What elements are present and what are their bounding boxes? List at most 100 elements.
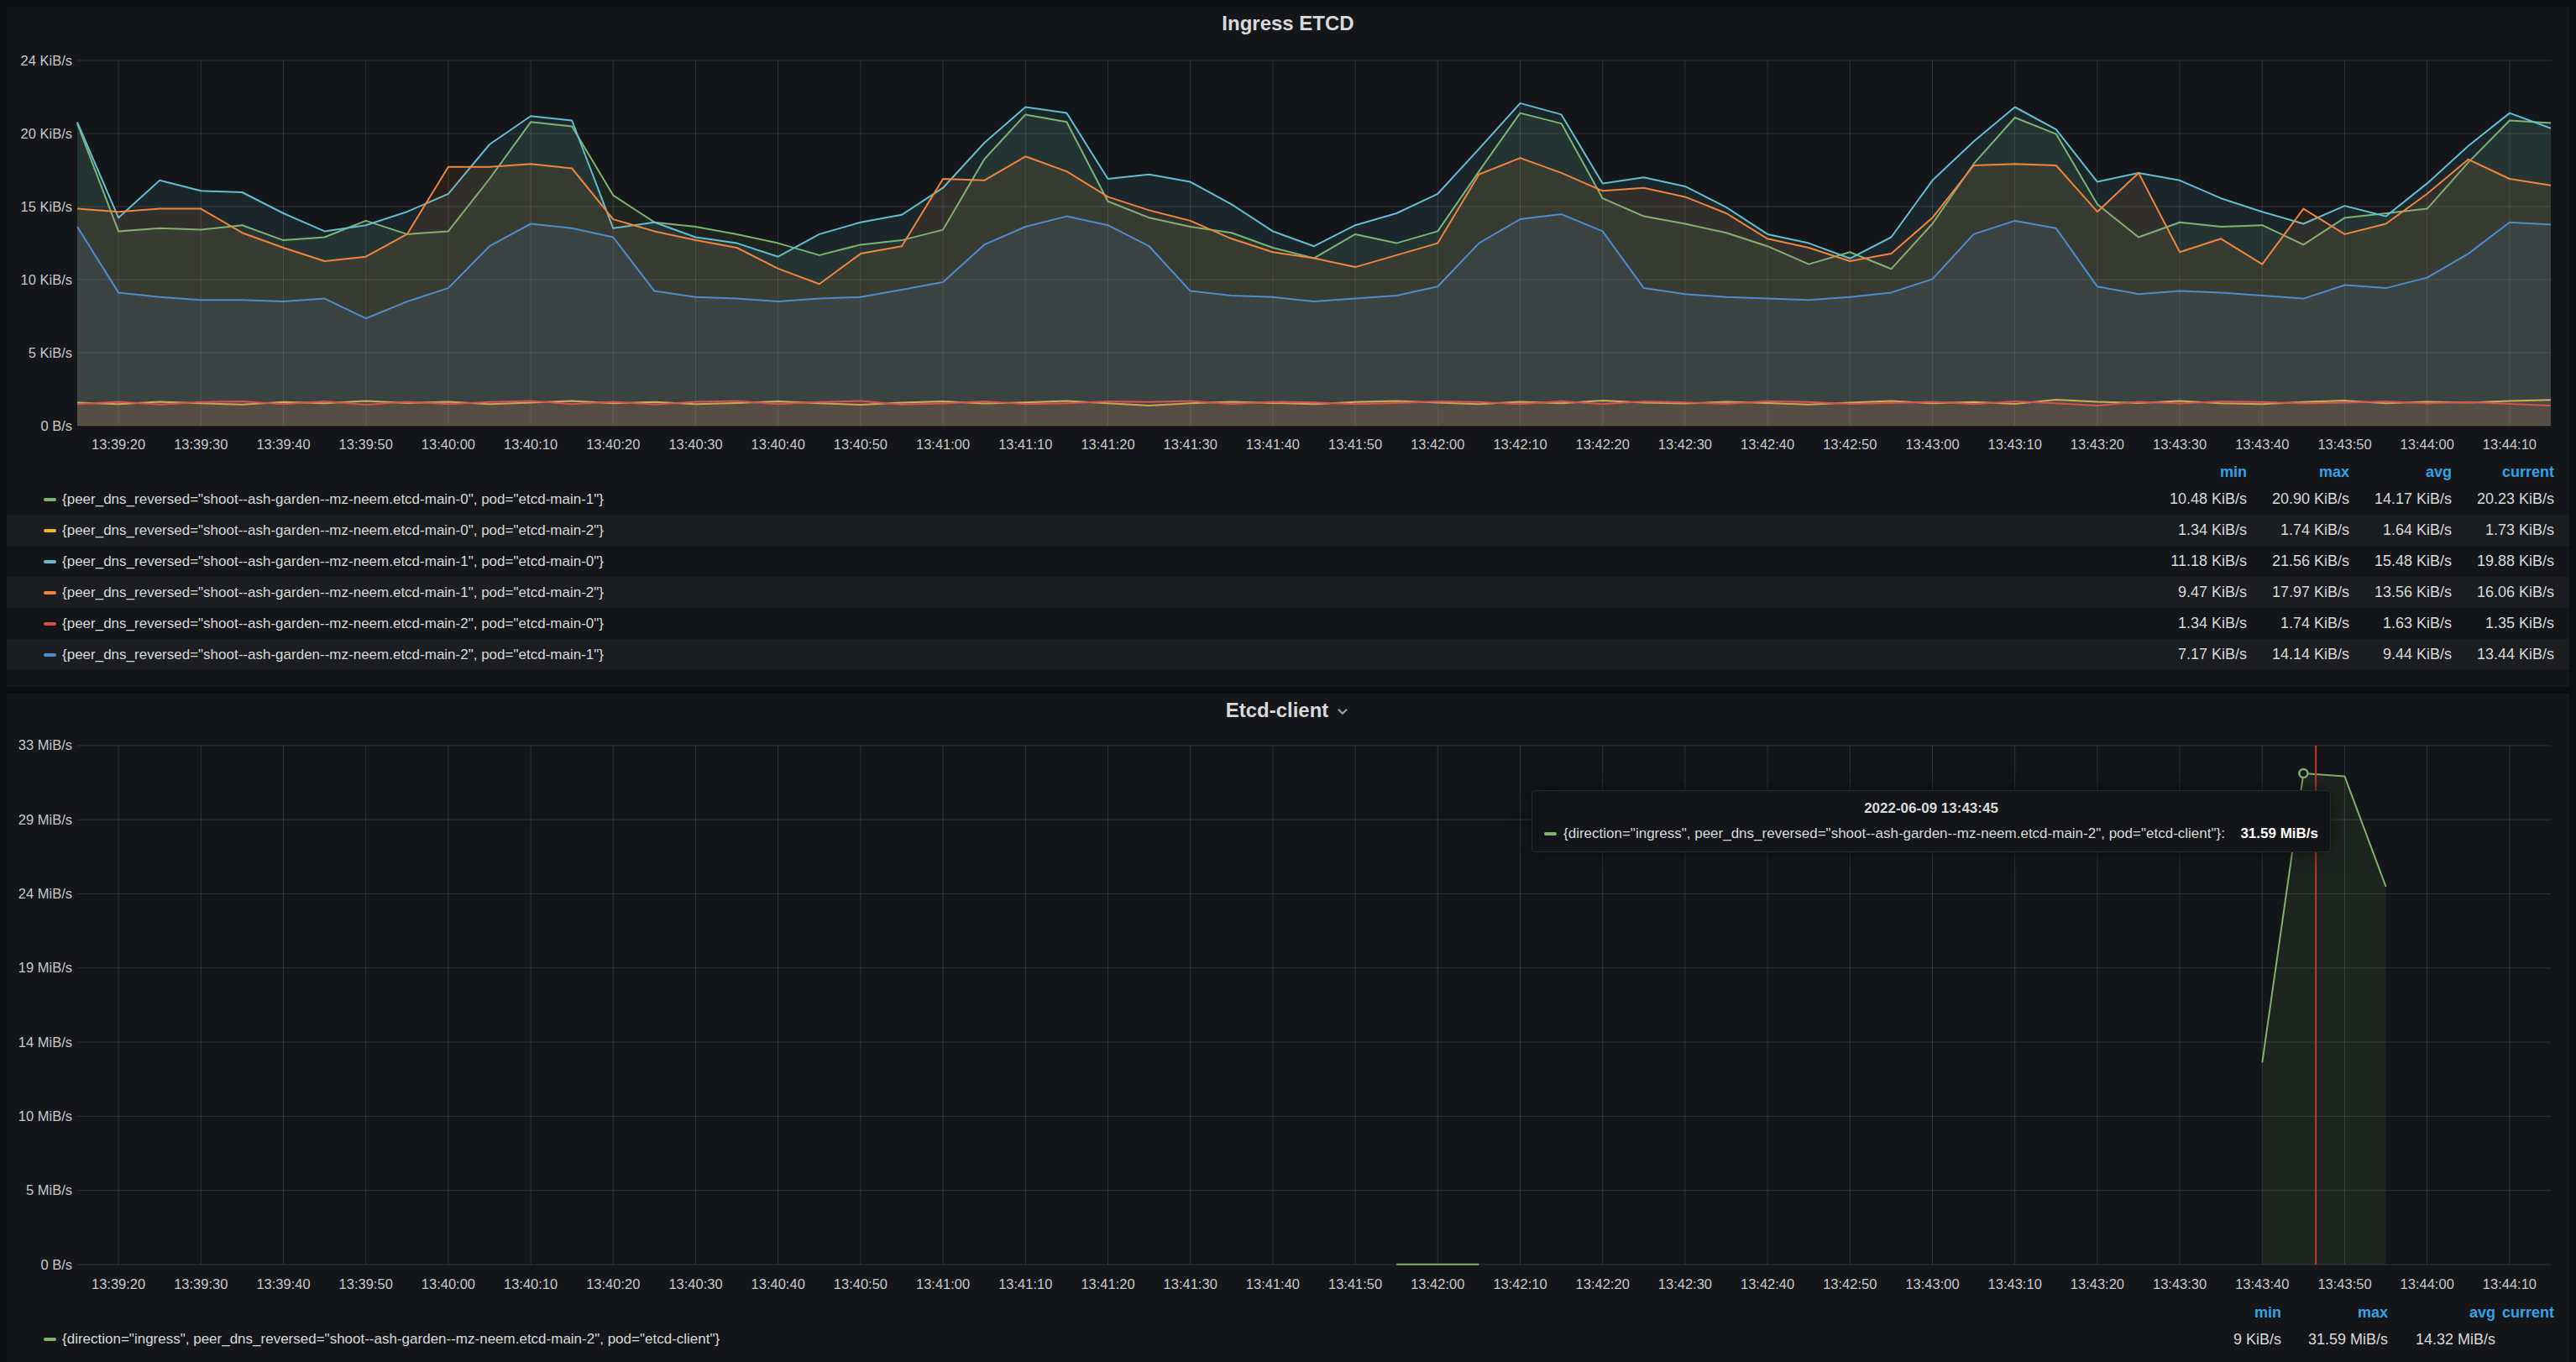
legend-series-label[interactable]: {peer_dns_reversed="shoot--ash-garden--m… <box>62 553 604 570</box>
x-axis-label: 13:39:30 <box>174 1276 228 1291</box>
legend-stat-current: 1.73 KiB/s <box>2452 521 2554 539</box>
legend-stat-current: 13.44 KiB/s <box>2452 646 2554 663</box>
y-axis-label: 15 KiB/s <box>21 199 72 214</box>
x-axis-label: 13:42:40 <box>1741 1276 1794 1291</box>
hover-point-marker <box>2299 769 2307 778</box>
x-axis-label: 13:41:00 <box>916 1276 970 1291</box>
y-axis-label: 24 KiB/s <box>21 53 72 68</box>
x-axis-label: 13:43:20 <box>2071 1276 2124 1291</box>
series-color-dash <box>44 622 56 626</box>
legend-row[interactable]: {peer_dns_reversed="shoot--ash-garden--m… <box>7 515 2569 546</box>
legend-series-label[interactable]: {peer_dns_reversed="shoot--ash-garden--m… <box>62 491 604 508</box>
legend-row[interactable]: {peer_dns_reversed="shoot--ash-garden--m… <box>7 484 2569 515</box>
x-axis-label: 13:39:20 <box>92 437 145 452</box>
x-axis-label: 13:41:30 <box>1164 437 1217 452</box>
legend-series-label[interactable]: {direction="ingress", peer_dns_reversed=… <box>62 1331 720 1348</box>
x-axis-label: 13:40:00 <box>421 1276 475 1291</box>
legend-column-min[interactable]: min <box>2179 1304 2281 1322</box>
series-color-dash <box>44 529 56 532</box>
x-axis-label: 13:39:30 <box>174 437 228 452</box>
legend-column-current[interactable]: current <box>2495 1304 2554 1322</box>
legend-column-current[interactable]: current <box>2452 464 2554 481</box>
legend-row[interactable]: {direction="ingress", peer_dns_reversed=… <box>7 1324 2569 1354</box>
legend-stat-min: 1.34 KiB/s <box>2144 521 2247 539</box>
timeseries-chart[interactable]: 0 B/s5 MiB/s10 MiB/s14 MiB/s19 MiB/s24 M… <box>7 694 2569 1291</box>
legend-stat-avg: 14.17 KiB/s <box>2349 490 2452 508</box>
legend-stat-avg: 9.44 KiB/s <box>2349 646 2452 663</box>
x-axis-label: 13:40:50 <box>834 437 887 452</box>
legend-column-max[interactable]: max <box>2247 464 2349 481</box>
legend-row[interactable]: {peer_dns_reversed="shoot--ash-garden--m… <box>7 639 2569 670</box>
legend-column-min[interactable]: min <box>2144 464 2247 481</box>
x-axis-label: 13:41:20 <box>1081 437 1134 452</box>
x-axis-label: 13:40:20 <box>586 437 640 452</box>
x-axis-label: 13:41:40 <box>1246 437 1300 452</box>
legend-stat-avg: 1.63 KiB/s <box>2349 615 2452 632</box>
x-axis-label: 13:41:10 <box>998 1276 1052 1291</box>
x-axis-label: 13:43:30 <box>2153 1276 2207 1291</box>
x-axis-label: 13:44:00 <box>2401 1276 2454 1291</box>
y-axis-label: 24 MiB/s <box>18 886 72 901</box>
y-axis-label: 0 B/s <box>40 1257 72 1272</box>
legend-stat-current: 1.35 KiB/s <box>2452 615 2554 632</box>
legend-stat-min: 1.34 KiB/s <box>2144 615 2247 632</box>
series-color-dash <box>44 653 56 657</box>
x-axis-label: 13:40:20 <box>586 1276 640 1291</box>
x-axis-label: 13:42:30 <box>1658 437 1712 452</box>
legend-row[interactable]: {peer_dns_reversed="shoot--ash-garden--m… <box>7 546 2569 577</box>
legend-stat-max: 1.74 KiB/s <box>2247 615 2349 632</box>
legend-stat-min: 11.18 KiB/s <box>2144 553 2247 570</box>
y-axis-label: 5 KiB/s <box>29 345 72 360</box>
x-axis-label: 13:43:50 <box>2317 1276 2371 1291</box>
x-axis-label: 13:42:50 <box>1823 437 1877 452</box>
legend-stat-min: 9 KiB/s <box>2179 1331 2281 1349</box>
x-axis-label: 13:43:00 <box>1905 1276 1959 1291</box>
legend-series-label[interactable]: {peer_dns_reversed="shoot--ash-garden--m… <box>62 522 604 539</box>
x-axis-label: 13:40:30 <box>668 437 722 452</box>
x-axis-label: 13:41:50 <box>1328 437 1382 452</box>
x-axis-label: 13:40:00 <box>421 437 475 452</box>
legend-stat-avg: 14.32 MiB/s <box>2388 1331 2495 1349</box>
y-axis-label: 10 KiB/s <box>21 272 72 287</box>
legend-stat-max: 14.14 KiB/s <box>2247 646 2349 663</box>
x-axis-label: 13:41:10 <box>998 437 1052 452</box>
legend-stat-avg: 15.48 KiB/s <box>2349 553 2452 570</box>
legend-stat-min: 9.47 KiB/s <box>2144 584 2247 601</box>
panel-etcd-client: Etcd-client 0 B/s5 MiB/s10 MiB/s14 MiB/s… <box>7 694 2569 1362</box>
series-color-dash <box>1544 832 1557 836</box>
legend-stat-min: 7.17 KiB/s <box>2144 646 2247 663</box>
x-axis-label: 13:43:20 <box>2071 437 2124 452</box>
legend-row[interactable]: {peer_dns_reversed="shoot--ash-garden--m… <box>7 608 2569 639</box>
y-axis-label: 14 MiB/s <box>18 1035 72 1050</box>
legend-column-max[interactable]: max <box>2281 1304 2388 1322</box>
legend-column-avg[interactable]: avg <box>2388 1304 2495 1322</box>
legend-stat-avg: 1.64 KiB/s <box>2349 521 2452 539</box>
x-axis-label: 13:39:20 <box>92 1276 145 1291</box>
y-axis-label: 0 B/s <box>40 418 72 433</box>
timeseries-chart[interactable]: 0 B/s 5 KiB/s 10 KiB/s 15 KiB/s 20 KiB/s 24 K… <box>7 7 2569 452</box>
legend-stat-avg: 13.56 KiB/s <box>2349 584 2452 601</box>
legend-series-label[interactable]: {peer_dns_reversed="shoot--ash-garden--m… <box>62 584 604 601</box>
x-axis-label: 13:42:00 <box>1411 1276 1464 1291</box>
legend-stat-min: 10.48 KiB/s <box>2144 490 2247 508</box>
legend-stat-max: 31.59 MiB/s <box>2281 1331 2388 1349</box>
x-axis-label: 13:42:10 <box>1493 437 1547 452</box>
series-color-dash <box>44 1338 56 1341</box>
y-axis-label: 20 KiB/s <box>21 126 72 141</box>
legend-row[interactable]: {peer_dns_reversed="shoot--ash-garden--m… <box>7 577 2569 608</box>
legend-series-label[interactable]: {peer_dns_reversed="shoot--ash-garden--m… <box>62 647 604 663</box>
legend-series-label[interactable]: {peer_dns_reversed="shoot--ash-garden--m… <box>62 616 604 632</box>
legend-stat-max: 17.97 KiB/s <box>2247 584 2349 601</box>
x-axis-label: 13:42:40 <box>1741 437 1794 452</box>
x-axis-label: 13:39:50 <box>339 437 393 452</box>
x-axis-label: 13:39:50 <box>339 1276 393 1291</box>
x-axis-label: 13:43:50 <box>2317 437 2371 452</box>
series-color-dash <box>44 498 56 501</box>
x-axis-label: 13:40:40 <box>751 1276 805 1291</box>
x-axis-label: 13:40:30 <box>668 1276 722 1291</box>
x-axis-label: 13:39:40 <box>256 437 310 452</box>
x-axis-label: 13:40:40 <box>751 437 805 452</box>
x-axis-label: 13:40:10 <box>504 1276 558 1291</box>
legend-column-avg[interactable]: avg <box>2349 464 2452 481</box>
legend-header: minmaxavgcurrent <box>7 1301 2569 1324</box>
